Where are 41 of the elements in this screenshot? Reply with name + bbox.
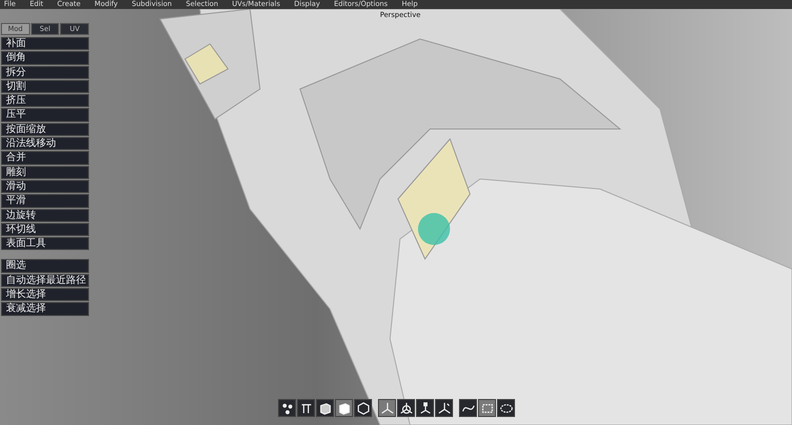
scale-icon — [418, 402, 432, 414]
tool-button[interactable]: 平滑 — [1, 194, 89, 208]
rotate-mode-button[interactable] — [397, 399, 415, 417]
tool-button[interactable]: 补面 — [1, 37, 89, 50]
tool-button[interactable]: 滑动 — [1, 180, 89, 194]
tool-button[interactable]: 切割 — [1, 80, 89, 94]
vertex-icon — [280, 402, 294, 414]
rotate-icon — [400, 402, 412, 414]
vertex-mode-button[interactable] — [278, 399, 296, 417]
rect-icon — [480, 402, 494, 414]
scale-mode-button[interactable] — [416, 399, 434, 417]
selection-tool-button[interactable]: 衰减选择 — [1, 302, 89, 316]
tool-button[interactable]: 沿法线移动 — [1, 137, 89, 150]
tool-button[interactable]: 表面工具 — [1, 237, 89, 250]
tool-button[interactable]: 雕刻 — [1, 166, 89, 179]
object-icon — [338, 402, 350, 414]
edge-icon — [300, 402, 312, 414]
tool-button[interactable]: 按面缩放 — [1, 122, 89, 136]
selection-tool-button[interactable]: 增长选择 — [1, 288, 89, 302]
tool-button[interactable]: 压平 — [1, 108, 89, 122]
curve-mode-button[interactable] — [459, 399, 477, 417]
tool-button[interactable]: 环切线 — [1, 222, 89, 236]
selection-tool-button[interactable]: 圈选 — [1, 259, 89, 273]
hexagon-icon — [356, 402, 370, 414]
move-mode-button[interactable] — [378, 399, 396, 417]
hexagon-mode-button[interactable] — [354, 399, 372, 417]
tool-button[interactable]: 倒角 — [1, 51, 89, 65]
face-icon — [318, 402, 332, 414]
universal-mode-button[interactable] — [435, 399, 453, 417]
move-icon — [380, 402, 394, 414]
tool-button[interactable]: 合并 — [1, 151, 89, 165]
tool-button[interactable]: 拆分 — [1, 66, 89, 79]
tool-button[interactable]: 边旋转 — [1, 208, 89, 222]
tool-button[interactable]: 挤压 — [1, 94, 89, 108]
object-mode-button[interactable] — [335, 399, 353, 417]
edge-mode-button[interactable] — [297, 399, 315, 417]
selection-tool-button[interactable]: 自动选择最近路径 — [1, 274, 89, 288]
rect-mode-button[interactable] — [478, 399, 496, 417]
lasso-icon — [500, 402, 512, 414]
face-mode-button[interactable] — [316, 399, 334, 417]
lasso-mode-button[interactable] — [497, 399, 515, 417]
